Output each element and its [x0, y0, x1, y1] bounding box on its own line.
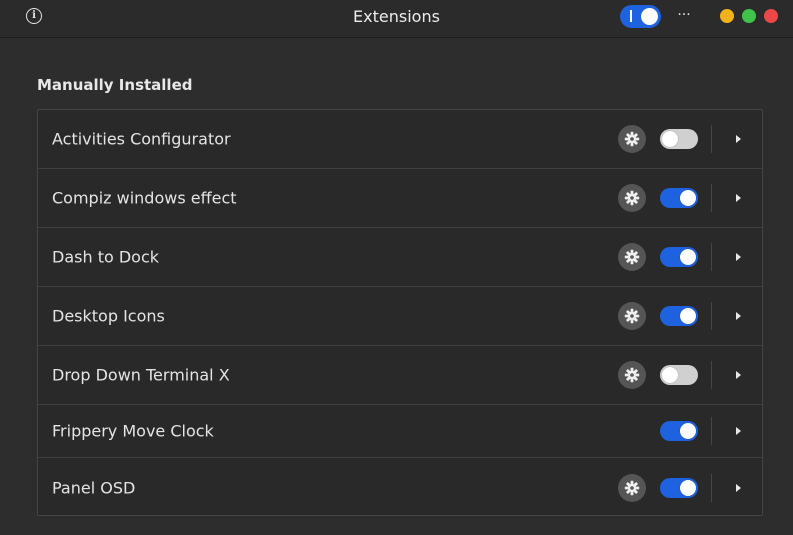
extension-toggle[interactable] — [660, 306, 698, 326]
row-divider — [711, 184, 712, 212]
extension-toggle[interactable] — [660, 477, 698, 498]
toggle-knob — [680, 249, 696, 265]
chevron-right-icon[interactable] — [731, 368, 745, 382]
toggle-knob — [662, 131, 678, 147]
row-divider — [711, 125, 712, 153]
gear-icon[interactable] — [618, 243, 646, 271]
gear-icon[interactable] — [618, 473, 646, 502]
chevron-right-icon[interactable] — [731, 481, 745, 495]
chevron-right-icon[interactable] — [731, 132, 745, 146]
extension-name: Activities Configurator — [52, 129, 231, 149]
extension-toggle[interactable] — [660, 365, 698, 385]
extension-row: Dash to Dock — [38, 228, 762, 287]
switch-knob — [641, 8, 658, 25]
extension-row: Activities Configurator — [38, 110, 762, 169]
extension-toggle[interactable] — [660, 421, 698, 441]
header-bar: i Extensions ··· — [0, 0, 793, 38]
gear-icon[interactable] — [618, 184, 646, 212]
row-divider — [711, 361, 712, 389]
toggle-knob — [680, 423, 696, 439]
gear-icon[interactable] — [618, 361, 646, 389]
row-divider — [711, 302, 712, 330]
extensions-window: i Extensions ··· Manually Installed Acti… — [0, 0, 793, 535]
extension-row: Desktop Icons — [38, 287, 762, 346]
row-divider — [711, 473, 712, 502]
toggle-knob — [662, 367, 678, 383]
extension-name: Frippery Move Clock — [52, 421, 214, 441]
chevron-right-icon[interactable] — [731, 424, 745, 438]
extension-name: Dash to Dock — [52, 247, 160, 267]
chevron-right-icon[interactable] — [731, 309, 745, 323]
gear-icon[interactable] — [618, 302, 646, 330]
extension-name: Panel OSD — [52, 478, 136, 497]
extension-toggle[interactable] — [660, 188, 698, 208]
toggle-knob — [680, 479, 696, 496]
extension-row: Compiz windows effect — [38, 169, 762, 228]
chevron-right-icon[interactable] — [731, 191, 745, 205]
close-button[interactable] — [764, 9, 778, 23]
extension-name: Desktop Icons — [52, 306, 165, 326]
chevron-right-icon[interactable] — [731, 250, 745, 264]
extension-row: Drop Down Terminal X — [38, 346, 762, 405]
section-title: Manually Installed — [37, 76, 193, 94]
maximize-button[interactable] — [742, 9, 756, 23]
row-divider — [711, 243, 712, 271]
minimize-button[interactable] — [720, 9, 734, 23]
more-options-button[interactable]: ··· — [675, 4, 693, 26]
switch-on-mark — [630, 10, 632, 22]
extension-row: Frippery Move Clock — [38, 405, 762, 458]
row-divider — [711, 417, 712, 445]
extension-name: Compiz windows effect — [52, 188, 237, 208]
gear-icon[interactable] — [618, 125, 646, 153]
extension-toggle[interactable] — [660, 247, 698, 267]
toggle-knob — [680, 308, 696, 324]
global-extensions-switch[interactable] — [620, 5, 661, 28]
extension-name: Drop Down Terminal X — [52, 365, 230, 385]
extensions-list: Activities Configurator Compiz windows ef… — [37, 109, 763, 516]
toggle-knob — [680, 190, 696, 206]
extension-toggle[interactable] — [660, 129, 698, 149]
extension-row: Panel OSD — [38, 458, 762, 515]
